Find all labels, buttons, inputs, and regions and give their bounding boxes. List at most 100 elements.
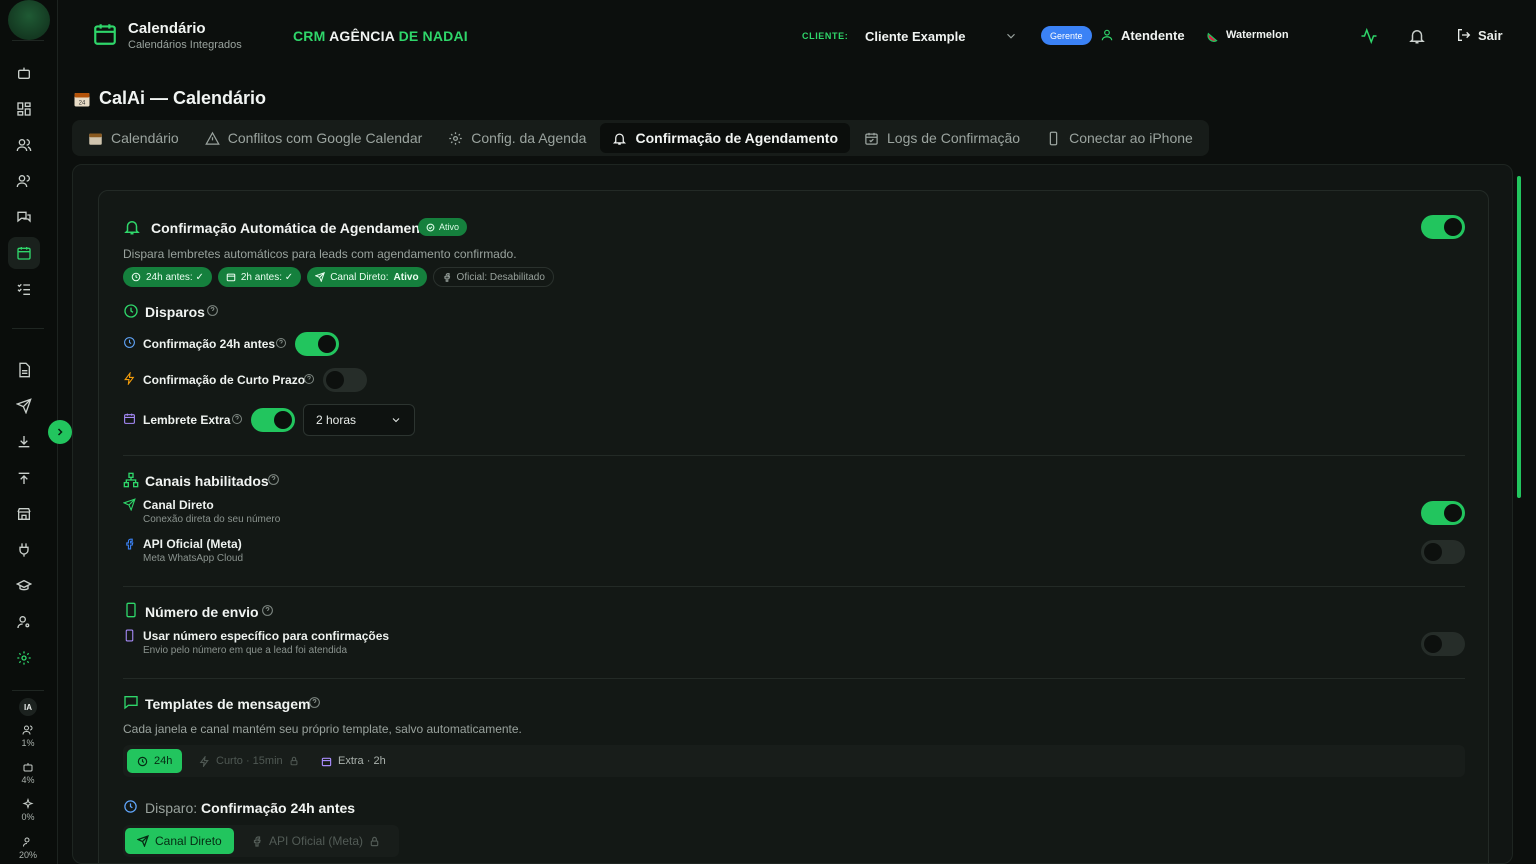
sidebar-item-calendar[interactable] bbox=[8, 237, 40, 269]
clock-icon bbox=[123, 799, 138, 814]
lightning-icon bbox=[199, 755, 209, 767]
chip-text: Oficial: Desabilitado bbox=[456, 271, 545, 283]
api-oficial-label: API Oficial (Meta) bbox=[143, 537, 242, 551]
tab-calendar[interactable]: Calendário bbox=[76, 123, 191, 153]
logo[interactable] bbox=[8, 0, 50, 40]
scrollbar[interactable] bbox=[1516, 166, 1522, 856]
calendar-emoji-icon bbox=[89, 133, 102, 145]
numero-toggle[interactable] bbox=[1421, 632, 1465, 656]
user-cog-icon bbox=[23, 837, 30, 847]
tab-connect-iphone[interactable]: Conectar ao iPhone bbox=[1034, 123, 1205, 153]
brand-middle: AGÊNCIA bbox=[329, 28, 395, 44]
workspace-name[interactable]: Watermelon bbox=[1226, 29, 1289, 41]
notifications-bell-icon[interactable] bbox=[1408, 27, 1426, 45]
auto-confirmation-toggle[interactable] bbox=[1421, 215, 1465, 239]
disparo-24h-toggle[interactable] bbox=[295, 332, 339, 356]
list-check-icon bbox=[17, 283, 30, 295]
sidebar-item-settings[interactable] bbox=[8, 642, 40, 674]
watermelon-icon bbox=[1206, 29, 1220, 43]
disparo-24h-label: Confirmação 24h antes bbox=[143, 337, 276, 351]
sidebar-item-academy[interactable] bbox=[8, 570, 40, 602]
sidebar-item-export[interactable] bbox=[8, 462, 40, 494]
users-icon bbox=[16, 175, 30, 188]
user-cog-icon bbox=[17, 616, 30, 629]
store-icon bbox=[17, 508, 31, 520]
chip-24h: 24h antes: ✓ bbox=[123, 267, 212, 287]
sidebar-item-contacts[interactable] bbox=[8, 129, 40, 161]
help-icon[interactable] bbox=[261, 604, 274, 617]
tab-confirmation-logs[interactable]: Logs de Confirmação bbox=[852, 123, 1032, 153]
sidebar-item-integrations[interactable] bbox=[8, 534, 40, 566]
activity-icon[interactable] bbox=[1360, 27, 1378, 45]
app-title: Calendário bbox=[128, 20, 206, 37]
user-name[interactable]: Atendente bbox=[1121, 28, 1185, 43]
role-badge: Gerente bbox=[1041, 26, 1092, 45]
client-select[interactable]: Cliente Example bbox=[865, 29, 965, 44]
template-tab-extra[interactable]: Extra · 2h bbox=[311, 749, 396, 773]
api-oficial-toggle[interactable] bbox=[1421, 540, 1465, 564]
sidebar-item-store[interactable] bbox=[8, 498, 40, 530]
sidebar-item-user-settings[interactable] bbox=[8, 606, 40, 638]
clock-icon bbox=[123, 336, 136, 349]
stat-sparkles: 0% bbox=[12, 798, 44, 822]
calendar-check-icon bbox=[865, 132, 878, 145]
canal-direto-toggle[interactable] bbox=[1421, 501, 1465, 525]
help-icon[interactable] bbox=[275, 337, 287, 349]
scrollbar-thumb[interactable] bbox=[1517, 176, 1521, 498]
tab-label: Conectar ao iPhone bbox=[1069, 130, 1193, 146]
help-icon[interactable] bbox=[231, 413, 243, 425]
channel-tab-api-oficial[interactable]: API Oficial (Meta) bbox=[239, 828, 392, 854]
numero-title: Número de envio bbox=[145, 604, 259, 620]
tab-agenda-config[interactable]: Config. da Agenda bbox=[436, 123, 598, 153]
tab-label: Logs de Confirmação bbox=[887, 130, 1021, 146]
extra-interval-select[interactable]: 2 horas bbox=[303, 404, 415, 436]
help-icon[interactable] bbox=[303, 373, 315, 385]
tab-confirmation[interactable]: Confirmação de Agendamento bbox=[600, 123, 850, 153]
tab-label: Calendário bbox=[111, 130, 179, 146]
api-oficial-sub: Meta WhatsApp Cloud bbox=[143, 553, 244, 564]
chip-2h: 2h antes: ✓ bbox=[217, 267, 302, 287]
template-tab-24h[interactable]: 24h bbox=[127, 749, 183, 773]
sidebar-item-chats[interactable] bbox=[8, 201, 40, 233]
help-icon[interactable] bbox=[267, 473, 280, 486]
bell-icon bbox=[613, 133, 627, 145]
phone-icon bbox=[1049, 131, 1058, 145]
stat-users: 1% bbox=[12, 724, 44, 748]
sidebar-item-dashboard[interactable] bbox=[8, 93, 40, 125]
numero-label: Usar número específico para confirmações bbox=[143, 629, 390, 643]
help-icon[interactable] bbox=[308, 696, 321, 709]
client-label: CLIENTE: bbox=[802, 31, 849, 41]
user-icon bbox=[1100, 28, 1114, 42]
sidebar-item-team[interactable] bbox=[8, 165, 40, 197]
help-icon[interactable] bbox=[206, 304, 219, 317]
lock-icon bbox=[290, 756, 298, 766]
disparo-extra-toggle[interactable] bbox=[251, 408, 295, 432]
graduation-cap-icon bbox=[16, 579, 32, 591]
page-title: CalAi — Calendário bbox=[99, 88, 267, 108]
logout-button[interactable]: Sair bbox=[1456, 27, 1503, 43]
sidebar-divider bbox=[12, 328, 44, 329]
tab-google-conflicts[interactable]: Conflitos com Google Calendar bbox=[193, 123, 435, 153]
calendar-clock-icon bbox=[226, 273, 236, 282]
brand-suffix: DE NADAI bbox=[398, 28, 468, 44]
sidebar-expand-button[interactable] bbox=[48, 420, 72, 444]
disparo-curto-prazo-toggle[interactable] bbox=[323, 368, 367, 392]
bot-icon bbox=[23, 763, 33, 772]
page-header: 24 CalAi — Calendário bbox=[73, 88, 266, 109]
messages-icon bbox=[17, 211, 31, 223]
sidebar-item-documents[interactable] bbox=[8, 354, 40, 386]
chevron-down-icon[interactable] bbox=[1004, 29, 1018, 43]
users-icon bbox=[22, 725, 33, 735]
lightning-icon bbox=[123, 372, 136, 385]
facebook-icon bbox=[123, 537, 136, 550]
gear-icon bbox=[449, 131, 463, 145]
sidebar-item-import[interactable] bbox=[8, 426, 40, 458]
canal-direto-sub: Conexão direta do seu número bbox=[143, 514, 281, 525]
template-tab-curto[interactable]: Curto · 15min bbox=[189, 749, 309, 773]
sidebar-item-tasks[interactable] bbox=[8, 273, 40, 305]
stat-bot: 4% bbox=[12, 761, 44, 785]
channel-tab-direct[interactable]: Canal Direto bbox=[125, 828, 234, 854]
tab-label: API Oficial (Meta) bbox=[269, 834, 364, 848]
sidebar-item-send[interactable] bbox=[8, 390, 40, 422]
sidebar-item-bot[interactable] bbox=[8, 57, 40, 89]
